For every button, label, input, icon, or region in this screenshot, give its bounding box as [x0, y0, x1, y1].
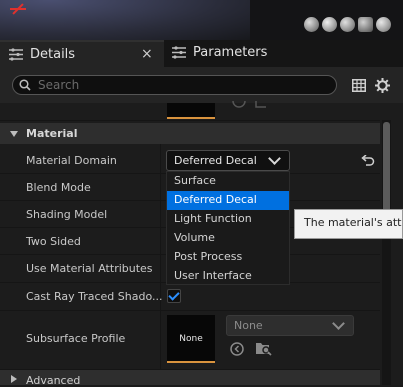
tooltip: The material's attribute domain — [294, 209, 403, 239]
material-domain-dropdown: Surface Deferred Decal Light Function Vo… — [166, 171, 290, 285]
reset-arrow-icon[interactable] — [361, 155, 375, 167]
option-label: Surface — [174, 174, 216, 187]
preview-shape-cylinder-icon[interactable] — [304, 17, 319, 32]
subsurface-profile-combo[interactable]: None — [226, 315, 354, 336]
tab-parameters-label: Parameters — [193, 45, 268, 60]
scrollbar-thumb[interactable] — [383, 122, 390, 212]
collapse-arrow-icon — [10, 131, 18, 137]
thumbnail-label: None — [179, 334, 203, 344]
property-label: Use Material Attributes — [26, 262, 153, 275]
property-label: Blend Mode — [26, 181, 91, 194]
property-label: Shading Model — [26, 208, 108, 221]
close-tab-button[interactable]: × — [141, 46, 153, 62]
option-label: Volume — [174, 231, 215, 244]
tab-parameters[interactable]: Parameters — [164, 40, 403, 67]
combo-value: None — [234, 319, 263, 332]
dropdown-option-light-function[interactable]: Light Function — [167, 210, 289, 229]
tab-details[interactable]: Details × — [0, 40, 164, 67]
settings-gear-icon[interactable] — [375, 78, 390, 93]
grid-view-icon[interactable] — [352, 79, 366, 92]
chevron-down-icon — [268, 152, 281, 165]
combo-value: Deferred Decal — [174, 154, 257, 167]
dropdown-option-deferred-decal[interactable]: Deferred Decal — [167, 191, 289, 210]
option-label: Deferred Decal — [174, 193, 257, 206]
browse-icon[interactable] — [255, 341, 272, 356]
dropdown-option-surface[interactable]: Surface — [167, 172, 289, 191]
section-header-material[interactable]: Material — [0, 123, 380, 144]
expand-arrow-icon — [11, 375, 17, 383]
search-icon — [19, 79, 31, 91]
chevron-down-icon — [332, 317, 345, 330]
preview-shape-cube-icon[interactable] — [358, 17, 373, 32]
search-row — [0, 67, 403, 103]
tab-details-label: Details — [30, 47, 76, 62]
details-tab-icon — [9, 48, 23, 61]
use-selected-icon[interactable] — [230, 342, 244, 356]
previous-asset-thumbnail[interactable] — [167, 103, 215, 119]
tooltip-text: The material's attribute domain — [304, 216, 402, 229]
dropdown-option-post-process[interactable]: Post Process — [167, 248, 289, 267]
cast-ray-traced-shadows-checkbox[interactable] — [167, 289, 181, 303]
option-label: Post Process — [174, 250, 243, 263]
section-header-advanced[interactable]: Advanced — [0, 370, 380, 387]
search-box[interactable] — [12, 75, 337, 95]
checkmark-icon — [168, 289, 180, 301]
preview-shape-sphere-icon[interactable] — [322, 17, 337, 32]
search-input[interactable] — [38, 77, 328, 93]
section-title: Material — [26, 127, 78, 140]
dropdown-option-user-interface[interactable]: User Interface — [167, 267, 289, 286]
property-row-cast-ray-traced-shadows: Cast Ray Traced Shado... — [0, 283, 380, 310]
section-title: Advanced — [26, 374, 81, 387]
parameters-tab-icon — [172, 46, 186, 59]
preview-shape-teapot-icon[interactable] — [376, 17, 391, 32]
property-label: Subsurface Profile — [26, 332, 126, 345]
viewport-preview[interactable] — [0, 0, 403, 40]
property-label: Material Domain — [26, 154, 117, 167]
property-label: Cast Ray Traced Shado... — [26, 290, 163, 303]
option-label: Light Function — [174, 212, 252, 225]
dropdown-option-volume[interactable]: Volume — [167, 229, 289, 248]
divider — [0, 120, 380, 121]
tab-bar: Details × Parameters — [0, 40, 403, 67]
property-label: Two Sided — [26, 235, 81, 248]
preview-shape-plane-icon[interactable] — [340, 17, 355, 32]
option-label: User Interface — [174, 269, 252, 282]
material-domain-combo[interactable]: Deferred Decal — [166, 150, 290, 171]
previous-row-actions-icon — [232, 101, 266, 108]
subsurface-profile-thumbnail[interactable]: None — [167, 315, 215, 363]
